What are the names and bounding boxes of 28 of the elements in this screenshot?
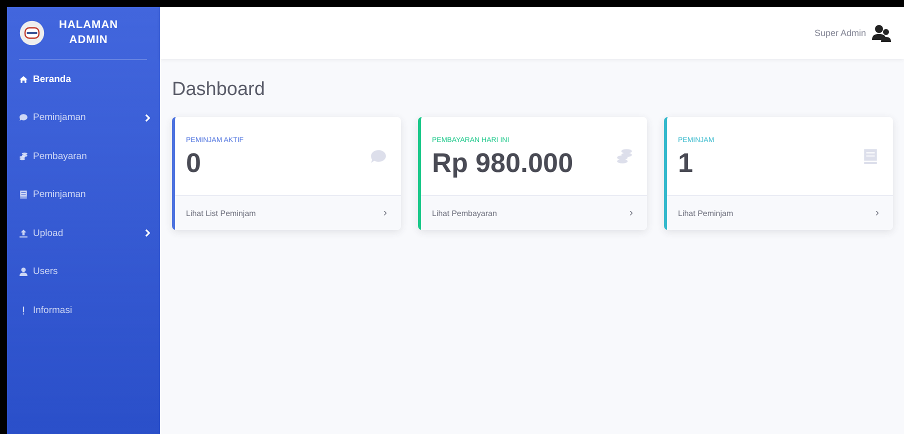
page-title: Dashboard	[172, 79, 266, 101]
logo-icon	[19, 20, 45, 46]
sidebar-item[interactable]: Informasi	[7, 291, 152, 330]
user-name: Super Admin	[814, 28, 866, 38]
speech-bubble-icon	[19, 113, 28, 122]
home-icon	[19, 74, 28, 84]
card-link[interactable]: Lihat Peminjam ›	[667, 195, 893, 230]
book-icon	[19, 190, 28, 200]
sidebar-item[interactable]: Peminjaman	[7, 176, 152, 214]
card-link[interactable]: Lihat Pembayaran ›	[421, 195, 647, 230]
sidebar-item[interactable]: Upload	[7, 214, 152, 252]
coins-icon	[19, 152, 28, 161]
card-value: 0	[186, 148, 202, 179]
book-icon	[862, 148, 879, 164]
users-icon[interactable]	[872, 24, 892, 42]
brand-title: ADMIN	[69, 33, 108, 48]
coins-icon	[616, 148, 633, 164]
sidebar-item[interactable]: Peminjaman	[7, 98, 152, 137]
sidebar-item[interactable]: Pembayaran	[7, 137, 152, 176]
user-icon	[19, 267, 28, 276]
card-value: 1	[678, 148, 694, 179]
sidebar-item[interactable]: Beranda	[7, 60, 152, 98]
speech-bubble-icon	[370, 148, 387, 164]
upload-icon	[19, 228, 28, 238]
card-value: Rp 980.000	[432, 148, 574, 179]
card-link[interactable]: Lihat List Peminjam ›	[175, 195, 401, 230]
sidebar-item[interactable]: Users	[7, 252, 152, 291]
brand-title: HALAMAN	[59, 18, 118, 33]
